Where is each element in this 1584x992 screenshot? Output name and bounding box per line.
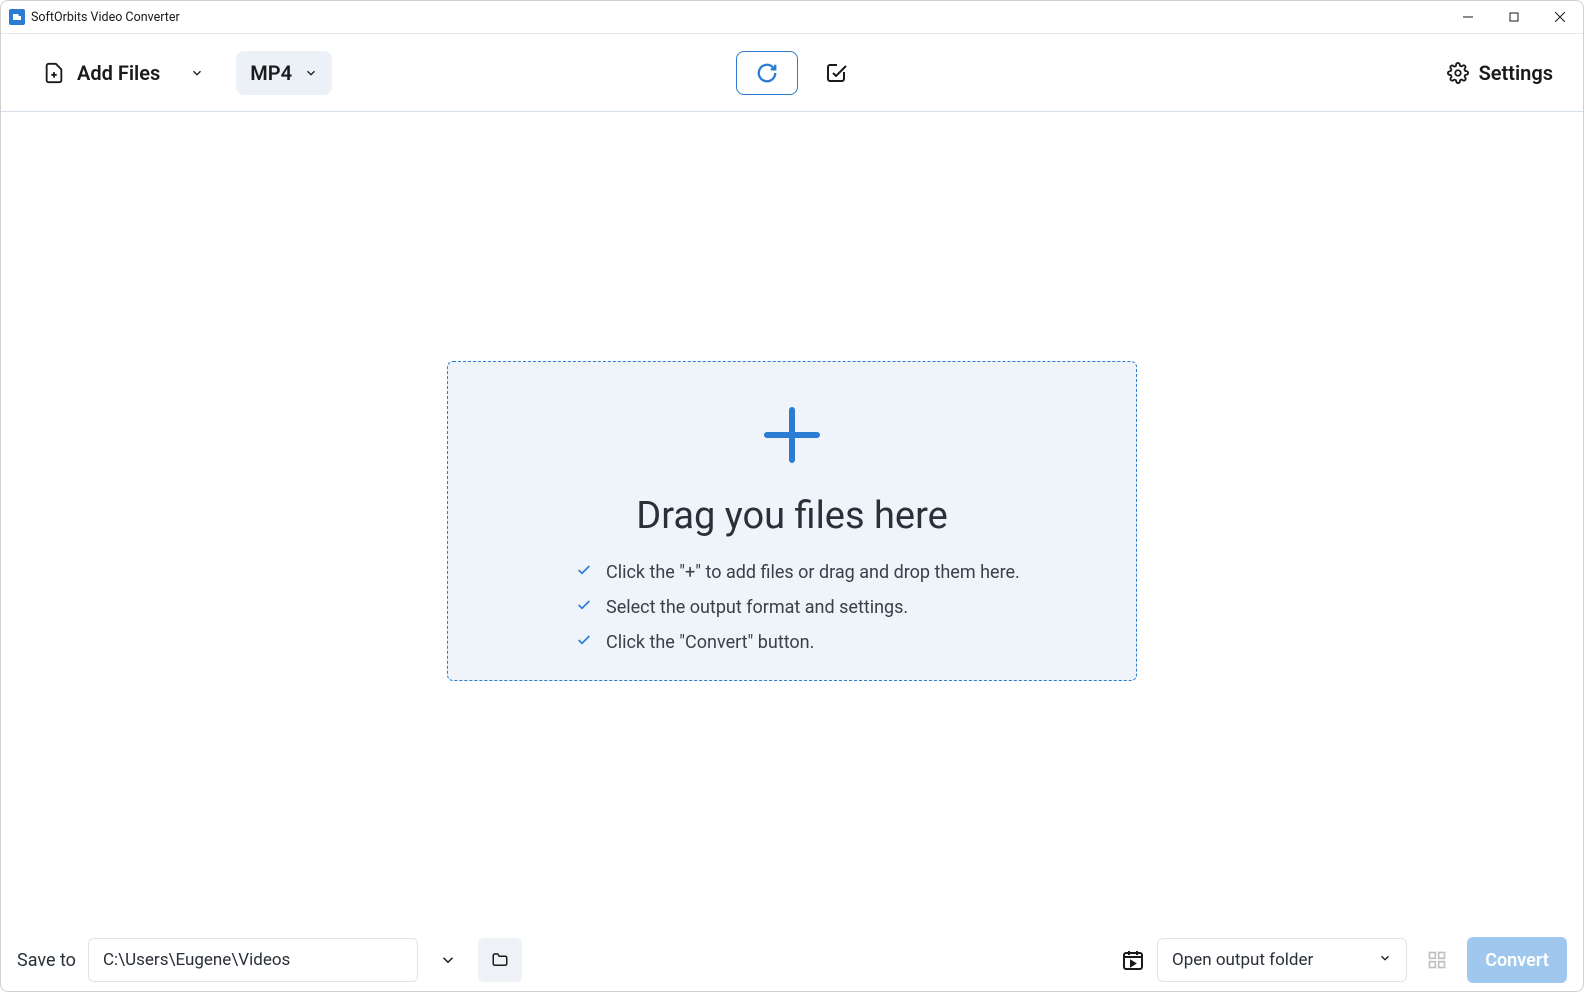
step-text: Click the "+" to add files or drag and d… bbox=[606, 562, 1020, 583]
select-mode-button[interactable] bbox=[824, 61, 848, 85]
step-item: Click the "Convert" button. bbox=[576, 632, 1136, 653]
format-selector[interactable]: MP4 bbox=[236, 51, 332, 95]
title-bar: SoftOrbits Video Converter bbox=[1, 1, 1583, 34]
toolbar: Add Files MP4 Settings bbox=[1, 34, 1583, 112]
drop-title: Drag you files here bbox=[636, 494, 948, 538]
refresh-icon bbox=[756, 62, 778, 84]
chevron-down-icon bbox=[439, 951, 457, 969]
calendar-play-icon bbox=[1121, 948, 1145, 972]
chevron-down-icon bbox=[304, 61, 318, 85]
folder-icon bbox=[491, 951, 509, 969]
close-button[interactable] bbox=[1537, 1, 1583, 34]
step-item: Select the output format and settings. bbox=[576, 597, 1136, 618]
drop-zone[interactable]: Drag you files here Click the "+" to add… bbox=[447, 361, 1137, 681]
open-output-label: Open output folder bbox=[1172, 950, 1313, 970]
check-icon bbox=[576, 632, 592, 652]
save-to-label: Save to bbox=[17, 950, 76, 971]
path-dropdown-button[interactable] bbox=[426, 938, 470, 982]
file-plus-icon bbox=[43, 62, 65, 84]
convert-label: Convert bbox=[1485, 950, 1549, 971]
check-icon bbox=[576, 562, 592, 582]
app-icon bbox=[9, 9, 25, 25]
save-path-input[interactable]: C:\Users\Eugene\Videos bbox=[88, 938, 418, 982]
settings-button[interactable]: Settings bbox=[1447, 61, 1553, 85]
step-text: Select the output format and settings. bbox=[606, 597, 908, 618]
steps-list: Click the "+" to add files or drag and d… bbox=[448, 562, 1136, 653]
main-area: Drag you files here Click the "+" to add… bbox=[1, 112, 1583, 929]
add-files-label: Add Files bbox=[77, 61, 160, 85]
plus-icon bbox=[757, 400, 827, 474]
step-text: Click the "Convert" button. bbox=[606, 632, 814, 653]
chevron-down-icon bbox=[190, 61, 204, 85]
refresh-button[interactable] bbox=[736, 51, 798, 95]
grid-merge-icon bbox=[1427, 950, 1447, 970]
bottom-bar: Save to C:\Users\Eugene\Videos Open outp… bbox=[1, 929, 1583, 991]
format-label: MP4 bbox=[250, 61, 292, 85]
convert-button[interactable]: Convert bbox=[1467, 937, 1567, 983]
checkbox-edit-icon bbox=[824, 61, 848, 85]
maximize-button[interactable] bbox=[1491, 1, 1537, 34]
app-title: SoftOrbits Video Converter bbox=[31, 10, 180, 25]
minimize-button[interactable] bbox=[1445, 1, 1491, 34]
check-icon bbox=[576, 597, 592, 617]
merge-button[interactable] bbox=[1415, 938, 1459, 982]
save-path-value: C:\Users\Eugene\Videos bbox=[103, 950, 290, 970]
gear-icon bbox=[1447, 62, 1469, 84]
browse-folder-button[interactable] bbox=[478, 938, 522, 982]
add-files-button[interactable]: Add Files bbox=[29, 51, 218, 95]
schedule-button[interactable] bbox=[1117, 944, 1149, 976]
chevron-down-icon bbox=[1378, 950, 1392, 970]
open-output-dropdown[interactable]: Open output folder bbox=[1157, 938, 1407, 982]
step-item: Click the "+" to add files or drag and d… bbox=[576, 562, 1136, 583]
settings-label: Settings bbox=[1479, 61, 1553, 85]
